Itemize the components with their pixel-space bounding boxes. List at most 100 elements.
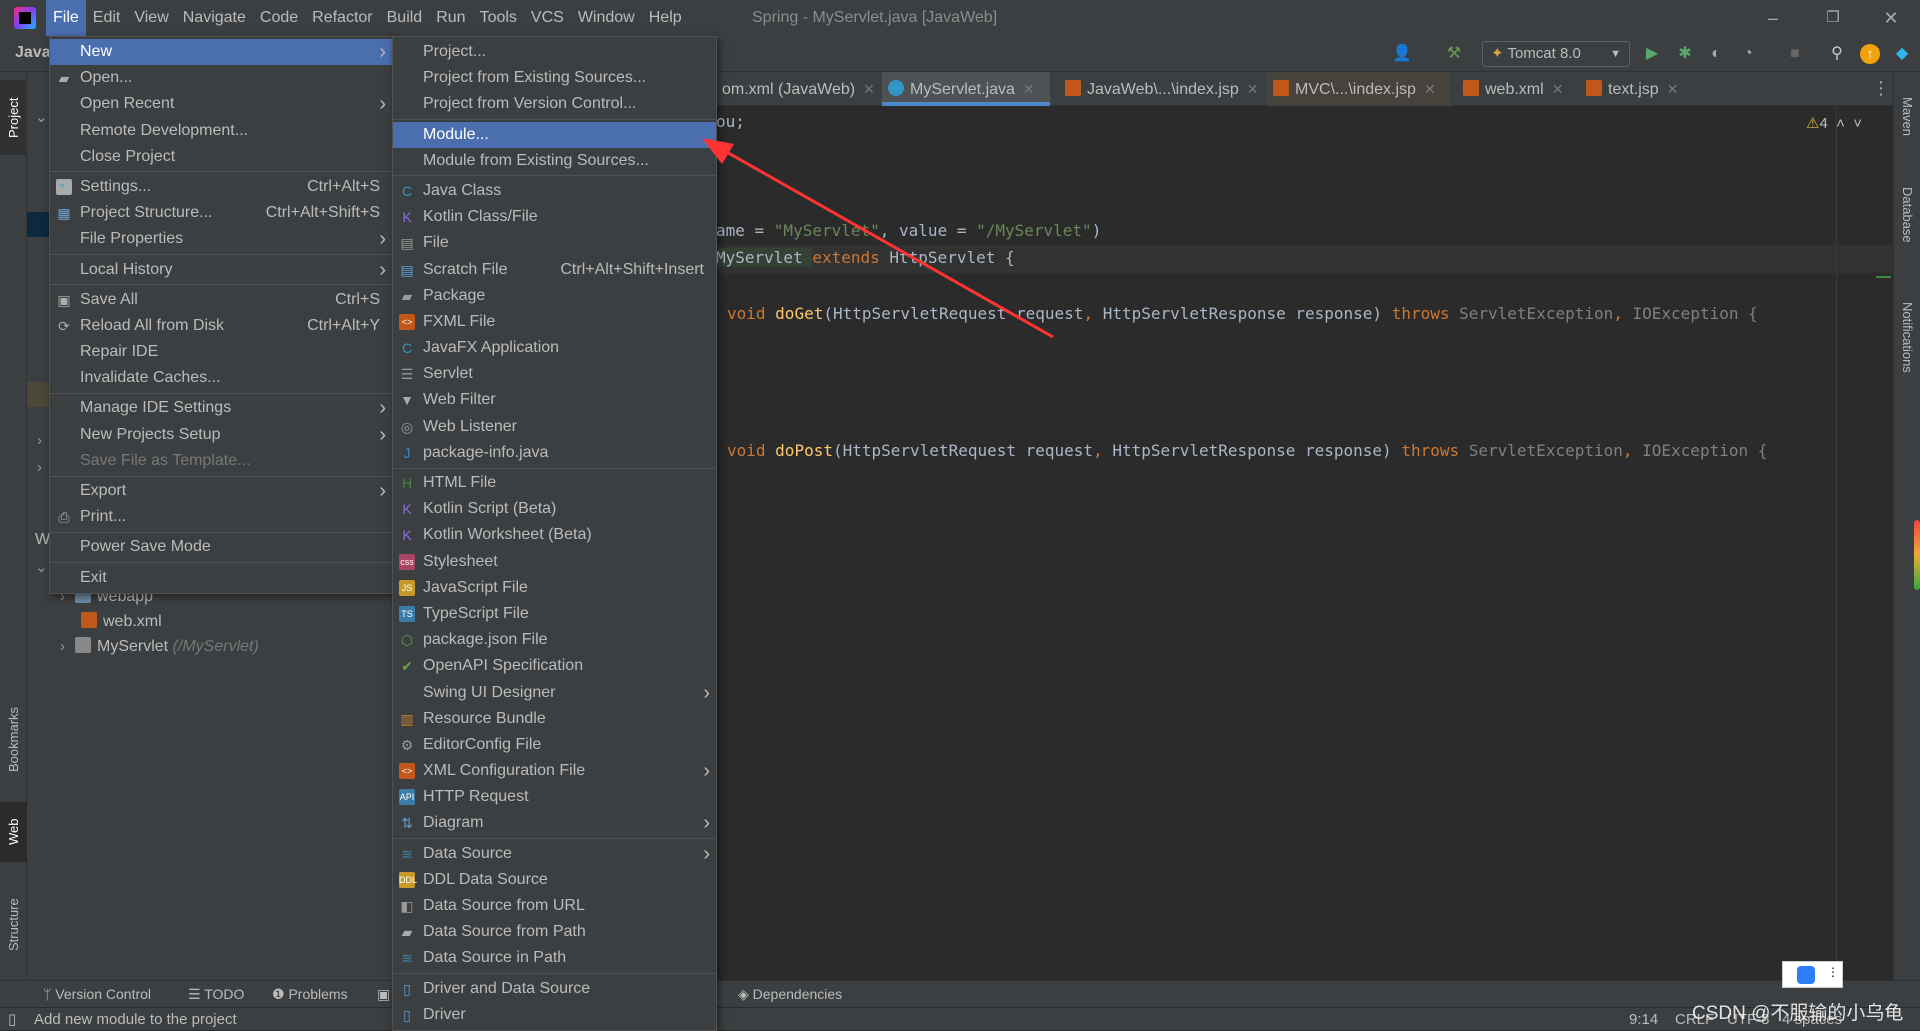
menu-item-save-file-as-template[interactable]: Save File as Template... xyxy=(50,448,392,474)
menu-item-openapi-specification[interactable]: ✔ OpenAPI Specification xyxy=(393,653,716,679)
menu-item-module[interactable]: Module... xyxy=(393,121,716,148)
tab-web-xml[interactable]: web.xml ✕ xyxy=(1457,72,1573,106)
todo-button[interactable]: ☰ TODO xyxy=(188,981,244,1008)
user-icon[interactable]: 👤 xyxy=(1392,44,1412,64)
menu-item-module-from-existing-sources[interactable]: Module from Existing Sources... xyxy=(393,148,716,174)
menu-item-export[interactable]: Export › xyxy=(50,478,392,504)
menu-item-servlet[interactable]: ☰ Servlet xyxy=(393,361,716,387)
menu-item-close-project[interactable]: Close Project xyxy=(50,144,392,170)
tab-om-xml-javaweb[interactable]: om.xml (JavaWeb) ✕ xyxy=(716,72,876,106)
close-tab-icon[interactable]: ✕ xyxy=(1247,81,1259,97)
more-tabs-icon[interactable]: ⋮ xyxy=(1872,78,1890,99)
search-icon[interactable]: ⚲ xyxy=(1827,44,1847,64)
menu-item-save-all[interactable]: ▣ Save All Ctrl+S xyxy=(50,287,392,313)
menu-item-resource-bundle[interactable]: ▥ Resource Bundle xyxy=(393,706,716,732)
update-icon[interactable]: ↑ xyxy=(1860,44,1880,64)
ime-menu-icon[interactable]: ⋮ xyxy=(1827,965,1839,979)
breadcrumb[interactable]: Java xyxy=(15,44,51,62)
menu-item-driver[interactable]: ▯ Driver xyxy=(393,1002,716,1028)
menu-refactor[interactable]: Refactor xyxy=(305,0,379,36)
tool-window-web[interactable]: Web xyxy=(0,802,27,862)
menu-item-manage-ide-settings[interactable]: Manage IDE Settings › xyxy=(50,395,392,421)
close-tab-icon[interactable]: ✕ xyxy=(1552,81,1564,97)
tool-windows-toggle-icon[interactable]: ▯ xyxy=(8,1008,16,1031)
menu-item-diagram[interactable]: ⇅ Diagram › xyxy=(393,810,716,836)
menu-item-new-projects-setup[interactable]: New Projects Setup › xyxy=(50,422,392,448)
menu-build[interactable]: Build xyxy=(380,0,430,36)
menu-item-repair-ide[interactable]: Repair IDE xyxy=(50,339,392,365)
menu-item-stylesheet[interactable]: css Stylesheet xyxy=(393,549,716,575)
tool-window-bookmarks[interactable]: Bookmarks xyxy=(0,692,27,787)
menu-item-project-structure[interactable]: ▦ Project Structure... Ctrl+Alt+Shift+S xyxy=(50,200,392,226)
tool-window-notifications[interactable]: Notifications xyxy=(1894,277,1920,397)
menu-item-exit[interactable]: Exit xyxy=(50,565,392,591)
run-configuration-select[interactable]: ✦ Tomcat 8.0 ▼ xyxy=(1482,41,1630,67)
menu-item-java-class[interactable]: C Java Class xyxy=(393,178,716,204)
tab-text-jsp[interactable]: text.jsp ✕ xyxy=(1580,72,1692,106)
menu-item-open-recent[interactable]: Open Recent › xyxy=(50,91,392,117)
menu-item-project[interactable]: Project... xyxy=(393,39,716,65)
close-tab-icon[interactable]: ✕ xyxy=(1424,81,1436,97)
debug-icon[interactable]: ✱ xyxy=(1675,44,1695,64)
menu-item-web-filter[interactable]: ▼ Web Filter xyxy=(393,387,716,413)
close-window-button[interactable]: ✕ xyxy=(1868,0,1914,36)
menu-item-package-info-java[interactable]: Jpackage-info.java xyxy=(393,440,716,466)
menu-item-fxml-file[interactable]: <> FXML File xyxy=(393,309,716,335)
menu-item-settings[interactable]: 🔧 Settings... Ctrl+Alt+S xyxy=(50,174,392,200)
menu-window[interactable]: Window xyxy=(571,0,642,36)
menu-item-scratch-file[interactable]: ▤ Scratch File Ctrl+Alt+Shift+Insert xyxy=(393,257,716,283)
chevron-down-icon[interactable]: ⌄ xyxy=(35,558,48,576)
menu-item-data-source-from-url[interactable]: ◧ Data Source from URL xyxy=(393,893,716,919)
menu-item-kotlin-worksheet-beta[interactable]: K Kotlin Worksheet (Beta) xyxy=(393,522,716,548)
menu-item-data-source-from-path[interactable]: ▰ Data Source from Path xyxy=(393,919,716,945)
hammer-icon[interactable]: ⚒ xyxy=(1444,44,1464,64)
menu-item-project-from-existing-sources[interactable]: Project from Existing Sources... xyxy=(393,65,716,91)
terminal-button[interactable]: ▣ xyxy=(377,981,390,1008)
menu-vcs[interactable]: VCS xyxy=(524,0,571,36)
coverage-icon[interactable]: ◐ xyxy=(1706,44,1726,64)
menu-file[interactable]: File xyxy=(46,0,86,36)
menu-item-xml-configuration-file[interactable]: <> XML Configuration File › xyxy=(393,758,716,784)
menu-item-local-history[interactable]: Local History › xyxy=(50,257,392,283)
caret-position[interactable]: 9:14 xyxy=(1629,1008,1658,1031)
version-control-button[interactable]: ᛘ Version Control xyxy=(43,981,151,1008)
code-editor[interactable]: ou; ame = "MyServlet", value = "/MyServle… xyxy=(716,106,1893,980)
tool-window-project[interactable]: Project xyxy=(0,80,27,155)
menu-item-javafx-application[interactable]: C JavaFX Application xyxy=(393,335,716,361)
run-icon[interactable]: ▶ xyxy=(1642,44,1662,64)
menu-item-remote-development[interactable]: Remote Development... xyxy=(50,118,392,144)
menu-item-typescript-file[interactable]: TS TypeScript File xyxy=(393,601,716,627)
restore-button[interactable]: ❐ xyxy=(1810,0,1856,36)
menu-item-web-listener[interactable]: ◎ Web Listener xyxy=(393,414,716,440)
menu-tools[interactable]: Tools xyxy=(473,0,524,36)
menu-item-open[interactable]: ▰ Open... xyxy=(50,65,392,91)
menu-item-power-save-mode[interactable]: Power Save Mode xyxy=(50,534,392,560)
menu-item-invalidate-caches[interactable]: Invalidate Caches... xyxy=(50,365,392,391)
toolbox-icon[interactable]: ◆ xyxy=(1892,44,1912,64)
tab-myservlet-java[interactable]: MyServlet.java ✕ xyxy=(882,72,1050,106)
stop-icon[interactable]: ■ xyxy=(1785,44,1805,64)
menu-item-http-request[interactable]: API HTTP Request xyxy=(393,784,716,810)
menu-item-ddl-data-source[interactable]: DDL DDL Data Source xyxy=(393,867,716,893)
close-tab-icon[interactable]: ✕ xyxy=(1667,81,1679,97)
menu-item-file-properties[interactable]: File Properties › xyxy=(50,226,392,252)
menu-item-package[interactable]: ▰ Package xyxy=(393,283,716,309)
menu-item-driver-and-data-source[interactable]: ▯ Driver and Data Source xyxy=(393,976,716,1002)
menu-item-javascript-file[interactable]: JS JavaScript File xyxy=(393,575,716,601)
tool-window-structure[interactable]: Structure xyxy=(0,877,27,972)
menu-code[interactable]: Code xyxy=(253,0,305,36)
menu-item-project-from-version-control[interactable]: Project from Version Control... xyxy=(393,91,716,117)
menu-edit[interactable]: Edit xyxy=(86,0,128,36)
input-method-widget[interactable]: ⋮ xyxy=(1782,961,1843,988)
menu-view[interactable]: View xyxy=(127,0,175,36)
chevron-right-icon[interactable]: › xyxy=(37,432,42,449)
problems-button[interactable]: ❶ Problems xyxy=(272,981,348,1008)
menu-item-print[interactable]: ⎙ Print... xyxy=(50,504,392,530)
menu-item-data-source-in-path[interactable]: ≋ Data Source in Path xyxy=(393,945,716,971)
menu-item-kotlin-script-beta[interactable]: K Kotlin Script (Beta) xyxy=(393,496,716,522)
inspection-widget[interactable]: ⚠4 ˄ ˅ xyxy=(1806,114,1862,132)
previous-highlight-icon[interactable]: ˄ xyxy=(1836,115,1845,132)
close-tab-icon[interactable]: ✕ xyxy=(1023,81,1035,97)
profile-icon[interactable]: ◔ xyxy=(1738,44,1758,64)
chevron-down-icon[interactable]: ⌄ xyxy=(35,108,48,126)
